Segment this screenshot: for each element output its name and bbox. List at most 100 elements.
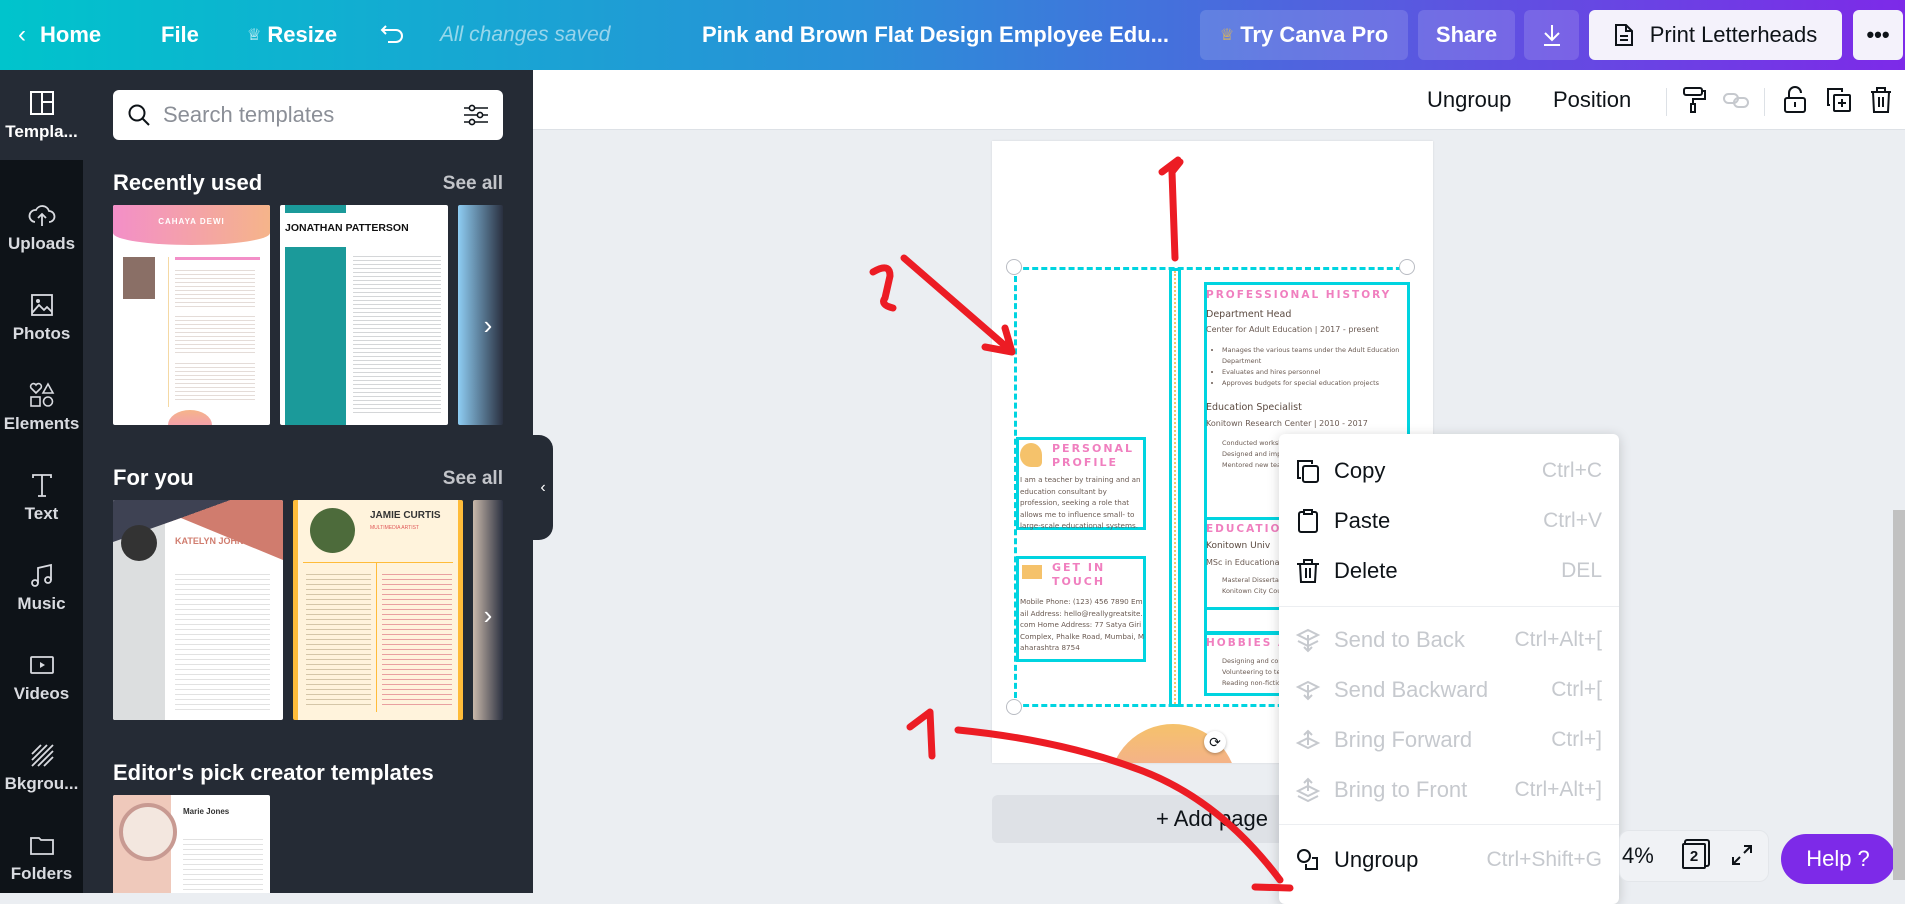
try-canva-pro-button[interactable]: ♕ Try Canva Pro (1200, 10, 1408, 60)
top-bar: ‹ Home File ♕ Resize All changes saved P… (0, 0, 1905, 70)
template-thumbnail[interactable]: CAHAYA DEWI (113, 205, 270, 425)
rail-item-uploads[interactable]: Uploads (0, 182, 83, 272)
thumbnail-title: Marie Jones (183, 807, 230, 816)
scrollbar-thumb[interactable] (1893, 510, 1905, 880)
menu-shortcut: Ctrl+C (1541, 459, 1602, 482)
see-all-for-you-link[interactable]: See all (443, 468, 503, 490)
rail-label: Videos (13, 684, 70, 703)
menu-item-copy[interactable]: Copy Ctrl+C (1279, 447, 1619, 495)
divider (1764, 88, 1765, 116)
file-menu-button[interactable]: File (161, 0, 199, 70)
home-button[interactable]: ‹ Home (18, 0, 101, 70)
resize-handle-top-left[interactable] (1006, 259, 1022, 275)
rail-item-videos[interactable]: Videos (0, 632, 83, 722)
zoom-level[interactable]: 4% (1622, 843, 1654, 869)
template-thumbnail[interactable]: Marie Jones (113, 795, 270, 893)
more-options-button[interactable]: ••• (1853, 10, 1903, 60)
share-button[interactable]: Share (1418, 10, 1515, 60)
thumbnail-column (285, 247, 346, 425)
lock-button[interactable] (1783, 70, 1807, 130)
recently-used-heading: Recently used (113, 170, 263, 195)
search-input[interactable] (163, 102, 463, 128)
menu-item-send-backward: Send Backward Ctrl+[ (1279, 666, 1619, 714)
thumbnail-circle (168, 410, 212, 425)
link-button[interactable] (1723, 70, 1749, 130)
see-all-recent-link[interactable]: See all (443, 173, 503, 195)
rail-item-folders[interactable]: Folders (0, 812, 83, 902)
paint-roller-icon (1683, 87, 1706, 113)
position-button[interactable]: Position (1553, 70, 1631, 130)
bring-forward-icon (1295, 729, 1321, 750)
send-to-back-icon (1295, 628, 1321, 653)
home-label: Home (40, 22, 102, 47)
menu-label: Bring to Front (1334, 777, 1468, 802)
download-icon (1543, 25, 1560, 46)
menu-item-bring-forward: Bring Forward Ctrl+] (1279, 716, 1619, 764)
rail-label: Uploads (7, 234, 76, 253)
template-thumbnail[interactable]: KATELYN JOHNSON (113, 500, 283, 720)
rail-item-text[interactable]: Text (0, 452, 83, 542)
fullscreen-button[interactable] (1730, 843, 1754, 867)
delete-toolbar-button[interactable] (1869, 70, 1893, 130)
chevron-right-icon: › (483, 599, 493, 630)
menu-item-paste[interactable]: Paste Ctrl+V (1279, 497, 1619, 545)
print-letterheads-button[interactable]: Print Letterheads (1589, 10, 1842, 60)
thumbnail-text-lines (353, 253, 441, 413)
collapse-panel-button[interactable]: ‹ (533, 435, 553, 540)
copy-icon (1297, 460, 1319, 483)
resize-handle-bottom-left[interactable] (1006, 699, 1022, 715)
thumbnail-bar (285, 205, 346, 213)
copy-style-button[interactable] (1681, 70, 1707, 130)
rail-item-templates[interactable]: Templa... (0, 70, 83, 160)
shapes-icon (29, 382, 54, 407)
rail-item-photos[interactable]: Photos (0, 272, 83, 362)
annotation-label-2 (869, 264, 897, 312)
thumbnail-text-lines (306, 570, 371, 705)
menu-label: Delete (1334, 558, 1398, 583)
rotate-handle[interactable]: ⟳ (1204, 731, 1226, 753)
menu-item-ungroup[interactable]: Ungroup Ctrl+Shift+G (1279, 836, 1619, 884)
crown-icon: ♕ (247, 27, 262, 44)
filter-icon[interactable] (463, 103, 489, 127)
template-thumbnail[interactable]: JONATHAN PATTERSON (280, 205, 448, 425)
carousel-next-for-you[interactable]: › (473, 585, 503, 645)
rotate-icon: ⟳ (1209, 733, 1221, 750)
resize-handle-top-right[interactable] (1399, 259, 1415, 275)
undo-button[interactable] (380, 0, 406, 70)
download-button[interactable] (1524, 10, 1579, 60)
menu-shortcut: Ctrl+[ (1551, 678, 1602, 701)
thumbnail-text-lines (382, 570, 452, 705)
template-thumbnail[interactable]: JAMIE CURTIS MULTIMEDIA ARTIST (293, 500, 463, 720)
rail-label: Elements (3, 414, 80, 433)
thumbnail-title: KATELYN JOHNSON (175, 536, 264, 546)
ungroup-toolbar-button[interactable]: Ungroup (1427, 70, 1511, 130)
help-button[interactable]: Help ? (1781, 834, 1895, 884)
rail-item-background[interactable]: Bkgrou... (0, 722, 83, 812)
thumbnail-text-lines (175, 360, 255, 400)
menu-label: Paste (1334, 508, 1391, 533)
carousel-next-recent[interactable]: › (473, 295, 503, 355)
page-count-button[interactable]: 2 (1682, 843, 1706, 869)
duplicate-button[interactable] (1826, 70, 1852, 130)
side-rail: Templa... Uploads Photos Elements Text M… (0, 70, 83, 893)
rail-label: Music (17, 594, 66, 613)
menu-item-bring-to-front: Bring to Front Ctrl+Alt+] (1279, 766, 1619, 814)
chevron-right-icon: › (483, 309, 493, 340)
context-toolbar: Ungroup Position (533, 70, 1905, 130)
rail-item-music[interactable]: Music (0, 542, 83, 632)
bring-to-front-icon (1295, 777, 1321, 803)
send-backward-icon (1295, 680, 1321, 701)
photo-icon (30, 294, 53, 316)
save-status: All changes saved (440, 23, 611, 46)
menu-label: Send to Back (1334, 627, 1465, 652)
menu-shortcut: Ctrl+V (1543, 509, 1602, 532)
chevron-left-icon: ‹ (540, 478, 546, 496)
unlock-icon (1784, 86, 1806, 113)
resize-button[interactable]: ♕ Resize (247, 0, 337, 70)
context-menu: Copy Ctrl+C Paste Ctrl+V Delete DEL Send… (1279, 434, 1619, 904)
rail-item-elements[interactable]: Elements (0, 362, 83, 452)
thumbnail-divider (303, 562, 453, 563)
menu-item-delete[interactable]: Delete DEL (1279, 547, 1619, 595)
search-box[interactable] (113, 90, 503, 140)
document-title[interactable]: Pink and Brown Flat Design Employee Edu.… (702, 0, 1169, 70)
